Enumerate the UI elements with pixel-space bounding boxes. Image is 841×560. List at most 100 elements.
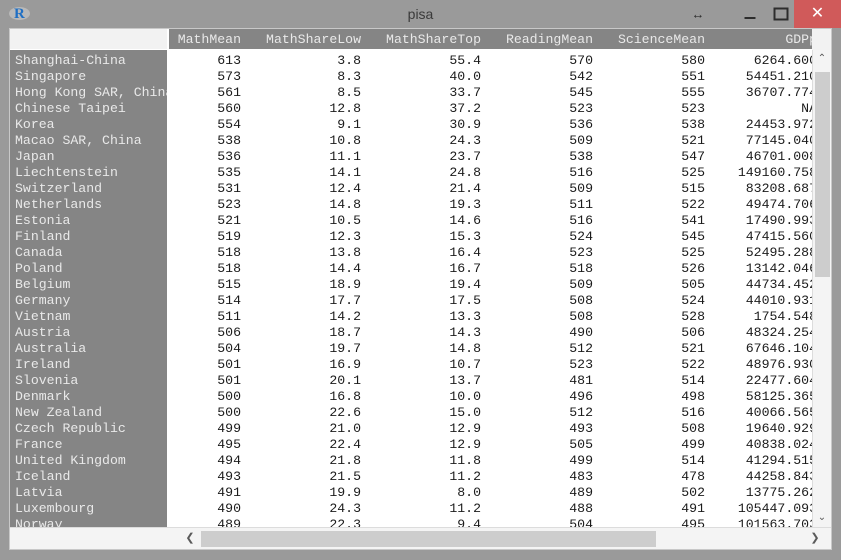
row-label: France [15,437,63,452]
cell-readingmean: 504 [569,517,593,527]
row-label: Hong Kong SAR, China [15,85,169,100]
cell-gdpp: 6264.600 [753,53,812,68]
cell-mathmean: 515 [217,277,241,292]
close-icon: ✕ [810,5,825,22]
cell-mathsharetop: 30.9 [449,117,481,132]
row-label: Slovenia [15,373,79,388]
horizontal-scrollbar[interactable]: ❮ ❯ [10,527,831,549]
cell-sciencemean: 522 [681,357,705,372]
cell-readingmean: 518 [569,261,593,276]
cell-sciencemean: 545 [681,229,705,244]
vertical-scrollbar-thumb[interactable] [815,72,830,277]
cell-sciencemean: 514 [681,373,705,388]
scroll-down-icon[interactable]: ⌄ [813,509,831,527]
row-label: Ireland [15,357,71,372]
cell-gdpp: 83208.687 [745,181,812,196]
scroll-right-icon[interactable]: ❯ [805,528,825,549]
horizontal-scrollbar-thumb[interactable] [201,531,656,547]
cell-gdpp: 101563.703 [737,517,812,527]
row-label: Denmark [15,389,71,404]
maximize-button[interactable] [766,0,796,28]
cell-mathsharetop: 13.3 [449,309,481,324]
cell-readingmean: 499 [569,453,593,468]
resize-icon: ↔ [691,6,705,22]
cell-gdpp: 44258.843 [745,469,812,484]
cell-sciencemean: 528 [681,309,705,324]
row-label: Korea [15,117,55,132]
cell-sciencemean: 525 [681,165,705,180]
minimize-button[interactable] [734,0,766,28]
cell-readingmean: 512 [569,341,593,356]
close-button[interactable]: ✕ [794,0,841,28]
cell-mathsharelow: 11.1 [329,149,361,164]
cell-mathsharelow: 10.5 [329,213,361,228]
cell-readingmean: 508 [569,293,593,308]
cell-readingmean: 516 [569,213,593,228]
scroll-up-icon[interactable]: ⌃ [813,50,831,68]
cell-gdpp: 49474.706 [745,197,812,212]
cell-gdpp: NA [801,101,812,116]
cell-sciencemean: 526 [681,261,705,276]
cell-mathmean: 489 [217,517,241,527]
cell-readingmean: 490 [569,325,593,340]
cell-mathmean: 514 [217,293,241,308]
resize-button[interactable]: ↔ [682,0,714,28]
row-label: Shanghai-China [15,53,126,68]
cell-readingmean: 509 [569,277,593,292]
cell-mathsharelow: 10.8 [329,133,361,148]
cell-mathsharelow: 19.9 [329,485,361,500]
cell-mathsharetop: 37.2 [449,101,481,116]
cell-mathsharelow: 14.2 [329,309,361,324]
cell-gdpp: 67646.104 [745,341,812,356]
cell-mathsharetop: 11.2 [449,469,481,484]
row-label: Germany [15,293,71,308]
row-label: Belgium [15,277,71,292]
cell-readingmean: 493 [569,421,593,436]
cell-gdpp: 52495.288 [745,245,812,260]
cell-sciencemean: 499 [681,437,705,452]
cell-mathsharelow: 14.4 [329,261,361,276]
cell-gdpp: 24453.972 [745,117,812,132]
cell-gdpp: 105447.093 [737,501,812,516]
column-header-mathmean: MathMean [177,32,241,47]
cell-mathsharetop: 14.8 [449,341,481,356]
cell-mathsharelow: 24.3 [329,501,361,516]
cell-readingmean: 505 [569,437,593,452]
cell-mathsharelow: 9.1 [337,117,361,132]
cell-mathmean: 504 [217,341,241,356]
cell-mathmean: 560 [217,101,241,116]
row-label: Australia [15,341,87,356]
cell-mathmean: 561 [217,85,241,100]
cell-mathsharelow: 8.3 [337,69,361,84]
cell-sciencemean: 551 [681,69,705,84]
cell-mathsharetop: 23.7 [449,149,481,164]
cell-gdpp: 1754.548 [753,309,812,324]
row-label: United Kingdom [15,453,126,468]
cell-mathsharetop: 11.2 [449,501,481,516]
cell-mathsharelow: 22.4 [329,437,361,452]
cell-mathsharelow: 8.5 [337,85,361,100]
cell-mathsharetop: 8.0 [457,485,481,500]
scroll-left-icon[interactable]: ❮ [180,528,200,549]
cell-mathsharelow: 12.8 [329,101,361,116]
cell-sciencemean: 495 [681,517,705,527]
cell-mathsharetop: 19.3 [449,197,481,212]
cell-sciencemean: 541 [681,213,705,228]
cell-sciencemean: 522 [681,197,705,212]
cell-gdpp: 40066.565 [745,405,812,420]
cell-sciencemean: 478 [681,469,705,484]
cell-gdpp: 17490.993 [745,213,812,228]
cell-gdpp: 40838.024 [745,437,812,452]
cell-readingmean: 488 [569,501,593,516]
cell-gdpp: 13775.262 [745,485,812,500]
title-bar: R pisa ↔ ✕ [0,0,841,28]
cell-readingmean: 523 [569,101,593,116]
cell-mathmean: 518 [217,261,241,276]
column-header-sciencemean: ScienceMean [617,32,705,47]
vertical-scrollbar[interactable]: ⌃ ⌄ [812,50,831,527]
row-label: Netherlands [15,197,103,212]
cell-gdpp: 19640.929 [745,421,812,436]
column-header-readingmean: ReadingMean [505,32,593,47]
cell-mathmean: 495 [217,437,241,452]
cell-mathsharetop: 15.0 [449,405,481,420]
